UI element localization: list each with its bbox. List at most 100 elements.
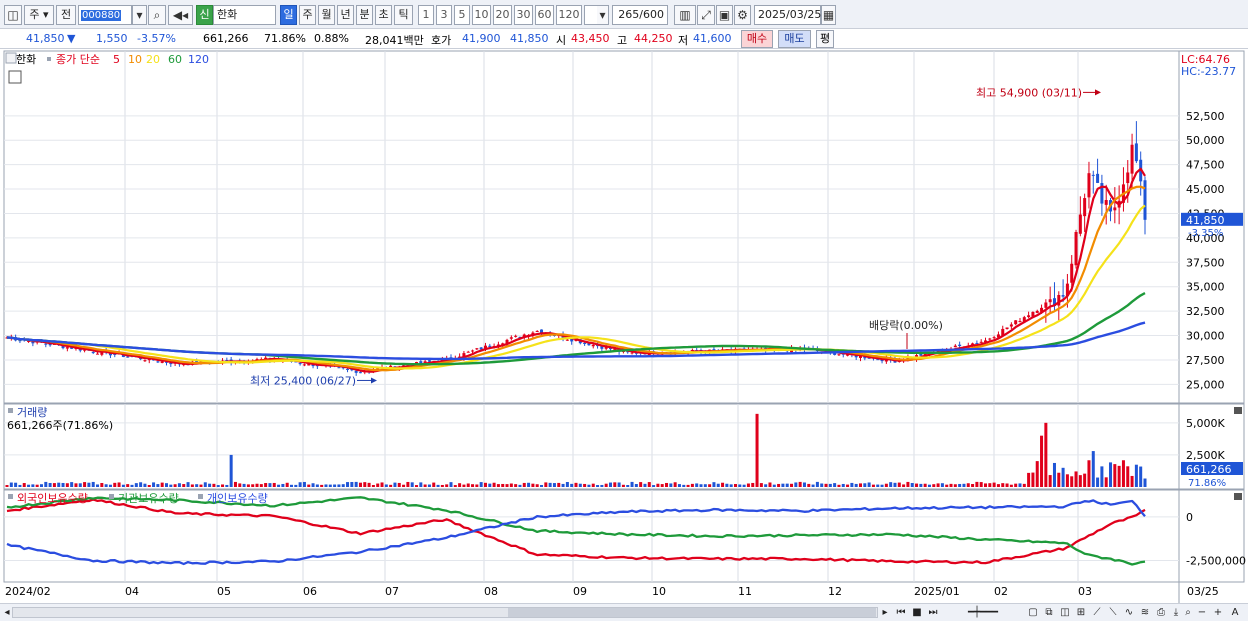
candle-body	[1027, 315, 1031, 318]
code-dropdown-icon[interactable]: ▾	[132, 5, 147, 25]
market-alt-button[interactable]: 전	[56, 5, 76, 25]
legend-ma-10: 10	[128, 53, 142, 66]
volume-bar	[1040, 435, 1044, 487]
interval-dropdown-icon[interactable]: ▾	[597, 5, 609, 25]
volume-bar	[1070, 476, 1074, 487]
zoom-search-icon[interactable]: ⌕	[1182, 605, 1194, 620]
volume-bar	[337, 484, 341, 487]
volume-bar	[419, 482, 423, 487]
average-button[interactable]: 평	[816, 30, 834, 48]
font-size-icon[interactable]: A	[1228, 605, 1242, 620]
grid-icon[interactable]: ⊞	[1074, 605, 1088, 620]
interval-1[interactable]: 1	[418, 5, 434, 25]
period-day[interactable]: 일	[280, 5, 297, 25]
print-icon[interactable]: ⎙	[1154, 605, 1168, 620]
x-tick-label: 2024/02	[5, 585, 51, 598]
volume-bar	[833, 483, 837, 487]
count-field[interactable]: 265/600	[612, 5, 668, 25]
volume-panel-close-icon[interactable]	[1234, 407, 1242, 414]
volume-bar	[686, 484, 690, 487]
volume-tick-label: 5,000K	[1186, 417, 1225, 430]
volume-bar	[108, 484, 112, 487]
stock-code-input[interactable]: 000880	[78, 5, 132, 25]
volume-bar	[91, 481, 95, 487]
search-icon[interactable]: ⌕	[148, 5, 166, 25]
forward-icon[interactable]: ⏭	[926, 605, 940, 620]
period-tick[interactable]: 틱	[394, 5, 413, 25]
x-tick-label: 12	[828, 585, 842, 598]
volume-bar	[1104, 477, 1108, 487]
trend-tool-icon[interactable]: ⟍	[1106, 605, 1120, 620]
volume-bar	[285, 482, 289, 487]
volume-bar	[1083, 473, 1087, 487]
draw-tool-icon[interactable]: ∿	[1122, 605, 1136, 620]
split-icon[interactable]: ◫	[1058, 605, 1072, 620]
table-toggle-icon[interactable]	[8, 70, 22, 84]
volume-bar	[363, 482, 367, 487]
zoom-in-icon[interactable]: +	[1212, 605, 1224, 620]
period-year[interactable]: 년	[337, 5, 354, 25]
scroll-thumb[interactable]	[508, 608, 876, 617]
scroll-left-icon[interactable]: ◂	[2, 605, 12, 620]
buy-button[interactable]: 매수	[741, 30, 773, 48]
candle-body	[1087, 173, 1091, 198]
candle-body	[958, 344, 962, 347]
volume-bar	[302, 481, 306, 487]
line-tool-icon[interactable]: ⟋	[1090, 605, 1104, 620]
volume-bar	[733, 484, 737, 487]
volume-bar	[975, 481, 979, 487]
volume-bar	[621, 484, 625, 487]
chart-area[interactable]: 2024/02 04 05 06 07 08 09 10 11 12 2025/01 02 03 03/2…	[0, 49, 1248, 603]
panel-menu-icon[interactable]	[5, 52, 17, 64]
volume-bar	[884, 483, 888, 487]
interval-3[interactable]: 3	[436, 5, 452, 25]
period-minute[interactable]: 분	[356, 5, 373, 25]
volume-bar	[384, 484, 388, 487]
interval-30[interactable]: 30	[514, 5, 533, 25]
interval-10[interactable]: 10	[472, 5, 491, 25]
window-icon[interactable]: ◫	[4, 5, 22, 25]
interval-20[interactable]: 20	[493, 5, 512, 25]
sell-button[interactable]: 매도	[778, 30, 811, 48]
volume-bar	[182, 484, 186, 487]
calendar-icon[interactable]: ▦	[821, 5, 836, 25]
gear-icon[interactable]: ⚙	[734, 5, 751, 25]
volume-bar	[850, 482, 854, 487]
zoom-out-icon[interactable]: −	[1196, 605, 1208, 620]
stock-name-field[interactable]: 한화	[213, 5, 276, 25]
volume-bar	[453, 485, 457, 487]
price-tick-label: 37,500	[1186, 256, 1225, 269]
volume-bar	[121, 484, 125, 487]
speaker-icon[interactable]: ◀◂	[168, 5, 193, 25]
candle-body	[466, 351, 470, 353]
scroll-right-icon[interactable]: ▸	[880, 605, 890, 620]
stop-icon[interactable]: ■	[910, 605, 924, 620]
market-select[interactable]: 주 ▾	[24, 5, 54, 25]
save-icon[interactable]: ▣	[716, 5, 733, 25]
toolbar: ◫ 주 ▾ 전 000880 ▾ ⌕ ◀◂ 신 한화 일 주 월 년 분 초 틱…	[0, 0, 1248, 29]
period-second[interactable]: 초	[375, 5, 392, 25]
volume-bar	[531, 483, 535, 487]
candle-type-icon[interactable]: ▥	[674, 5, 696, 25]
volume-bar	[1035, 461, 1039, 487]
volume-bar	[134, 483, 138, 487]
zoom-slider-icon[interactable]: ━┿━━━	[948, 605, 1018, 620]
volume-bar	[458, 483, 462, 487]
rewind-icon[interactable]: ⏮	[894, 605, 908, 620]
volume-bar	[324, 484, 328, 487]
period-month[interactable]: 월	[318, 5, 335, 25]
scroll-track[interactable]	[12, 607, 878, 618]
copy-icon[interactable]: ⧉	[1042, 605, 1056, 620]
holdings-panel-close-icon[interactable]	[1234, 493, 1242, 500]
fib-tool-icon[interactable]: ≋	[1138, 605, 1152, 620]
date-field[interactable]: 2025/03/25	[754, 5, 821, 25]
export-icon[interactable]: ⤓	[1170, 605, 1182, 620]
compare-icon[interactable]: ⤢	[697, 5, 715, 25]
interval-60[interactable]: 60	[535, 5, 554, 25]
interval-5[interactable]: 5	[454, 5, 470, 25]
interval-120[interactable]: 120	[556, 5, 582, 25]
layout-icon[interactable]: ▢	[1026, 605, 1040, 620]
volume-bar	[846, 484, 850, 487]
period-week[interactable]: 주	[299, 5, 316, 25]
volume-bar	[1143, 478, 1147, 487]
